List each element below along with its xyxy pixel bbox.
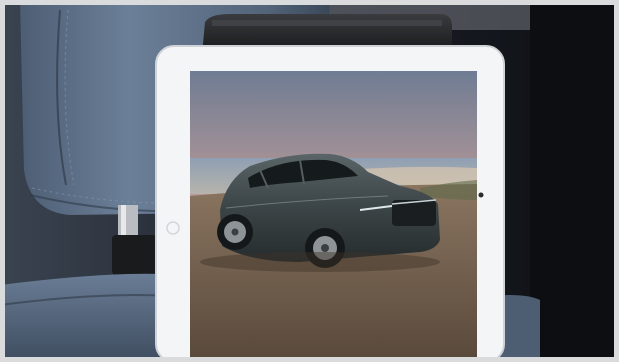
tablet xyxy=(155,45,505,362)
photo-canvas xyxy=(0,0,619,362)
right-shadow xyxy=(530,0,619,362)
camera-dot-icon xyxy=(478,192,484,198)
product-photo xyxy=(0,0,619,362)
tablet-screen xyxy=(190,71,477,357)
